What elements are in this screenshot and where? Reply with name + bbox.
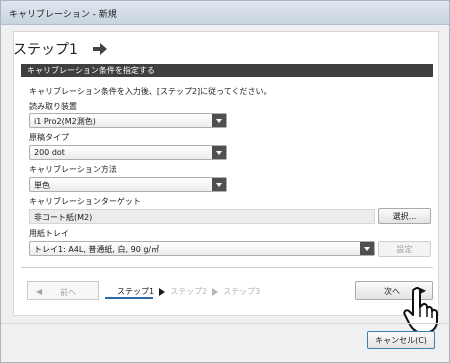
arrow-right-icon — [159, 287, 166, 296]
tray-value: トレイ1: A4L, 普通紙, 白, 90 g/㎡ — [34, 245, 160, 254]
prev-button[interactable]: ◀ 前へ — [27, 281, 99, 300]
cancel-button[interactable]: キャンセル(C) — [367, 331, 435, 349]
screen-value: 200 dot — [34, 148, 65, 157]
step-3: ステップ3 — [223, 287, 261, 296]
divider — [21, 267, 433, 268]
title-bar: キャリブレーション - 新規 — [1, 1, 449, 25]
target-field: 非コート紙(M2) — [29, 209, 375, 224]
chevron-down-icon — [212, 114, 226, 127]
reader-value: i1 Pro2(M2測色) — [34, 117, 96, 126]
chevron-down-icon — [212, 178, 226, 191]
arrow-right-icon — [93, 43, 107, 55]
footer-divider — [1, 323, 450, 324]
window-title: キャリブレーション - 新規 — [9, 10, 117, 20]
chevron-down-icon — [360, 242, 374, 255]
method-select[interactable]: 単色 — [29, 177, 227, 192]
step-2: ステップ2 — [170, 287, 208, 296]
arrow-right-icon — [212, 287, 219, 296]
select-target-button[interactable]: 選択... — [378, 208, 431, 224]
prev-label: 前へ — [60, 288, 76, 297]
current-step-underline — [105, 297, 153, 299]
method-label: キャリブレーション方法 — [29, 165, 117, 174]
step-1: ステップ1 — [117, 287, 155, 296]
method-value: 単色 — [34, 181, 50, 190]
tray-label: 用紙トレイ — [29, 229, 69, 238]
screen-label: 原稿タイプ — [29, 133, 69, 142]
reader-select[interactable]: i1 Pro2(M2測色) — [29, 113, 227, 128]
hand-pointer-icon — [403, 287, 438, 334]
chevron-down-icon — [212, 146, 226, 159]
tray-settings-button[interactable]: 設定 — [378, 241, 431, 257]
next-label: 次へ — [384, 287, 400, 296]
screen-select[interactable]: 200 dot — [29, 145, 227, 160]
tray-select[interactable]: トレイ1: A4L, 普通紙, 白, 90 g/㎡ — [29, 241, 375, 256]
target-label: キャリブレーションターゲット — [29, 197, 141, 206]
section-header: キャリブレーション条件を指定する — [21, 64, 433, 77]
instruction-text: キャリブレーション条件を入力後、[ステップ2]に従ってください。 — [29, 87, 272, 96]
target-value: 非コート紙(M2) — [34, 213, 93, 222]
reader-label: 読み取り装置 — [29, 102, 77, 111]
step-indicator: ステップ1 ステップ2 ステップ3 — [117, 286, 260, 297]
calibration-dialog: キャリブレーション - 新規 ステップ1 キャリブレーション条件を指定する キャ… — [0, 0, 450, 363]
section-title: キャリブレーション条件を指定する — [27, 66, 155, 75]
page-title: ステップ1 — [13, 42, 78, 58]
